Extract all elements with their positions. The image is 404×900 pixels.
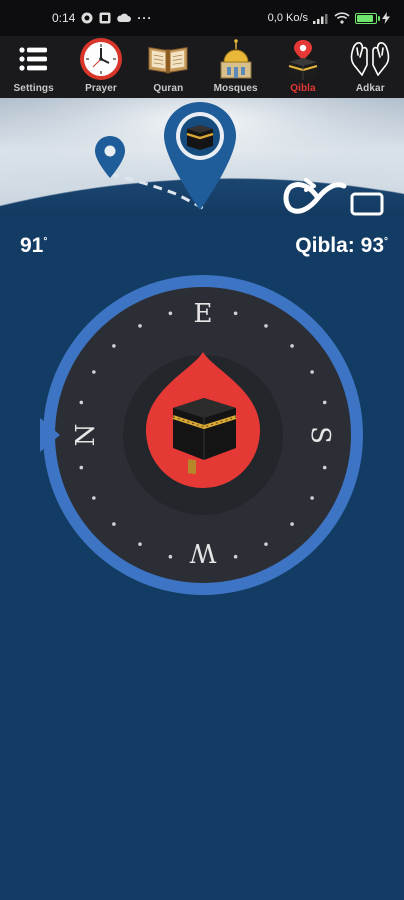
compass-tick-dot	[112, 522, 116, 526]
qibla-direction: Qibla: 93°	[295, 234, 388, 258]
nav-label-qibla: Qibla	[290, 83, 316, 94]
signal-icon	[313, 13, 329, 24]
compass-tick-dot	[92, 370, 96, 374]
charging-icon	[382, 12, 390, 24]
compass-tick-dot	[138, 324, 142, 328]
nav-item-qibla[interactable]: Qibla	[271, 38, 335, 94]
cardinal-north: N	[71, 423, 101, 447]
mosque-icon	[214, 38, 258, 80]
earth-horizon-illustration	[0, 98, 404, 216]
top-nav: Settings Prayer Quran Mosques Qibla Adka…	[0, 36, 404, 98]
nav-item-settings[interactable]: Settings	[2, 38, 66, 94]
compass[interactable]: E W N S	[38, 270, 368, 600]
compass-tick-dot	[264, 542, 268, 546]
nav-item-prayer[interactable]: Prayer	[69, 38, 133, 94]
nav-item-mosques[interactable]: Mosques	[204, 38, 268, 94]
nav-label-settings: Settings	[13, 83, 54, 94]
nav-label-adkar: Adkar	[355, 83, 385, 94]
gallery-notification-icon	[99, 12, 111, 24]
nav-label-quran: Quran	[153, 83, 184, 94]
nav-label-mosques: Mosques	[213, 83, 258, 94]
compass-tick-dot	[92, 496, 96, 500]
nav-label-prayer: Prayer	[85, 83, 117, 94]
praying-hands-icon	[348, 38, 392, 80]
qibla-direction-value: Qibla: 93	[295, 234, 384, 257]
status-right: 0,0 Ko/s	[268, 12, 390, 24]
degrees-readout: 91° Qibla: 93°	[0, 228, 404, 264]
cardinal-west: W	[189, 537, 217, 567]
current-heading-value: 91	[20, 234, 44, 257]
compass-tick-dot	[233, 311, 238, 316]
compass-tick-dot	[310, 370, 314, 374]
battery-icon	[355, 12, 380, 24]
compass-tick-dot	[168, 311, 173, 316]
status-time: 0:14	[52, 11, 76, 25]
compass-tick-dot	[322, 465, 327, 470]
cloud-icon	[117, 13, 132, 23]
compass-tick-dot	[264, 324, 268, 328]
compass-tick-dot	[112, 344, 116, 348]
cardinal-east: E	[193, 299, 213, 329]
network-speed: 0,0 Ko/s	[267, 12, 308, 24]
app-notification-icon	[81, 12, 93, 24]
status-bar: 0:14 ··· 0,0 Ko/s	[0, 0, 404, 36]
nav-item-adkar[interactable]: Adkar	[338, 38, 402, 94]
compass-tick-dot	[290, 522, 294, 526]
compass-tick-dot	[233, 554, 238, 559]
clock-icon	[79, 38, 123, 80]
compass-tick-dot	[138, 542, 142, 546]
cardinal-south: S	[305, 426, 335, 444]
compass-tick-dot	[79, 400, 84, 405]
nav-item-quran[interactable]: Quran	[136, 38, 200, 94]
compass-tick-dot	[290, 344, 294, 348]
heading-degree-mark: °	[43, 236, 48, 247]
compass-tick-dot	[168, 554, 173, 559]
current-heading: 91°	[20, 234, 47, 258]
qibla-degree-mark: °	[384, 236, 388, 247]
book-icon	[146, 38, 190, 80]
qibla-banner	[0, 98, 404, 216]
menu-icon	[12, 38, 56, 80]
status-left: 0:14 ···	[52, 11, 152, 25]
compass-tick-dot	[79, 465, 84, 470]
wifi-icon	[334, 12, 350, 24]
more-notifications: ···	[137, 11, 153, 25]
kaaba-pin-icon	[281, 38, 325, 80]
compass-tick-dot	[310, 496, 314, 500]
compass-tick-dot	[322, 400, 327, 405]
